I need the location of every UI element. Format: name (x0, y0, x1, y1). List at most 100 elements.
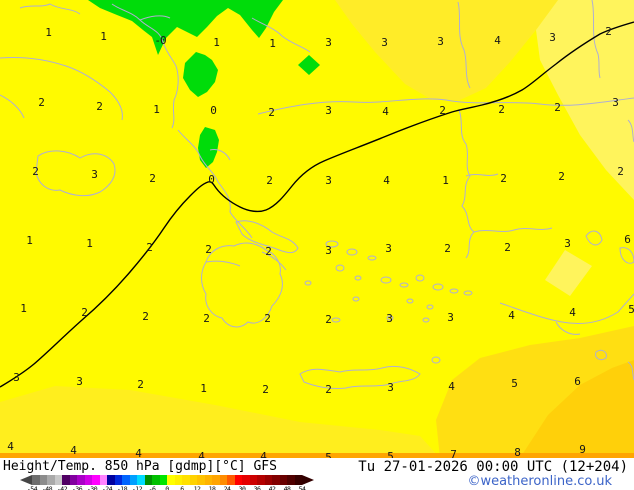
map-datetime: Tu 27-01-2026 00:00 UTC (12+204) (358, 459, 628, 475)
grid-temperature-value: 2 (617, 165, 623, 178)
grid-temperature-value: 1 (100, 30, 106, 43)
scale-color-segment (160, 475, 168, 485)
scale-arrow-left-icon (20, 475, 32, 485)
grid-temperature-value: 2 (444, 242, 450, 255)
scale-color-segment (280, 475, 288, 485)
grid-temperature-value: 1 (213, 36, 219, 49)
grid-temperature-value: 3 (447, 311, 453, 324)
scale-color-segment (257, 475, 265, 485)
grid-temperature-value: 1 (269, 37, 275, 50)
scale-color-segment (32, 475, 40, 485)
weather-map: 11-0113334322210234222323202341222112223… (0, 0, 634, 458)
grid-temperature-value: 9 (579, 443, 585, 456)
scale-color-segment (62, 475, 70, 485)
scale-segments (32, 475, 302, 485)
grid-temperature-value: 4 (569, 306, 575, 319)
grid-temperature-value: 2 (605, 25, 611, 38)
scale-tick-label: 0 (165, 485, 168, 490)
grid-temperature-value: 3 (387, 381, 393, 394)
grid-temperature-value: 2 (32, 165, 38, 178)
scale-color-segment (197, 475, 205, 485)
grid-temperature-value: 2 (325, 313, 331, 326)
grid-temperature-value: 4 (383, 174, 389, 187)
grid-temperature-value: 4 (494, 34, 500, 47)
grid-temperature-value: 3 (325, 174, 331, 187)
grid-temperature-value: -0 (154, 34, 165, 47)
scale-tick-label: -54 (27, 485, 37, 490)
scale-color-segment (175, 475, 183, 485)
grid-temperature-value: 2 (142, 310, 148, 323)
grid-temperature-value: 2 (96, 100, 102, 113)
grid-temperature-value: 2 (504, 241, 510, 254)
temperature-grid-layer: 11-0113334322210234222323202341222112223… (0, 0, 634, 458)
grid-temperature-value: 4 (382, 105, 388, 118)
scale-color-segment (167, 475, 175, 485)
grid-temperature-value: 4 (7, 440, 13, 453)
grid-temperature-value: 2 (81, 306, 87, 319)
scale-color-segment (205, 475, 213, 485)
grid-temperature-value: 4 (508, 309, 514, 322)
scale-color-segment (212, 475, 220, 485)
scale-tick-label: 18 (209, 485, 216, 490)
grid-temperature-value: 3 (437, 35, 443, 48)
scale-tick-label: 24 (224, 485, 231, 490)
grid-temperature-value: 5 (325, 451, 331, 458)
scale-tick-label: 12 (194, 485, 201, 490)
grid-temperature-value: 2 (264, 312, 270, 325)
scale-tick-label: 42 (269, 485, 276, 490)
grid-temperature-value: 2 (203, 312, 209, 325)
grid-temperature-value: 2 (205, 243, 211, 256)
grid-temperature-value: 2 (498, 103, 504, 116)
scale-tick-label: -24 (102, 485, 112, 490)
scale-color-segment (77, 475, 85, 485)
grid-temperature-value: 5 (511, 377, 517, 390)
scale-color-segment (122, 475, 130, 485)
scale-color-segment (92, 475, 100, 485)
scale-tick-labels: -54-48-42-36-30-24-18-12-606121824303642… (20, 485, 300, 490)
grid-temperature-value: 2 (558, 170, 564, 183)
scale-color-segment (220, 475, 228, 485)
scale-color-segment (295, 475, 303, 485)
grid-temperature-value: 1 (153, 103, 159, 116)
scale-tick-label: 36 (254, 485, 261, 490)
grid-temperature-value: 3 (325, 36, 331, 49)
grid-temperature-value: 6 (624, 233, 630, 246)
grid-temperature-value: 2 (554, 101, 560, 114)
grid-temperature-value: 3 (13, 371, 19, 384)
grid-temperature-value: 2 (262, 383, 268, 396)
grid-temperature-value: 1 (20, 302, 26, 315)
scale-color-segment (152, 475, 160, 485)
scale-color-segment (115, 475, 123, 485)
grid-temperature-value: 3 (386, 312, 392, 325)
grid-temperature-value: 3 (325, 104, 331, 117)
grid-temperature-value: 4 (198, 450, 204, 458)
grid-temperature-value: 5 (387, 450, 393, 458)
scale-color-segment (107, 475, 115, 485)
grid-temperature-value: 3 (612, 96, 618, 109)
weather-map-screenshot: 11-0113334322210234222323202341222112223… (0, 0, 634, 490)
grid-temperature-value: 2 (38, 96, 44, 109)
scale-color-segment (250, 475, 258, 485)
grid-temperature-value: 2 (146, 241, 152, 254)
grid-temperature-value: 3 (325, 244, 331, 257)
scale-tick-label: -42 (57, 485, 67, 490)
grid-temperature-value: 2 (268, 106, 274, 119)
scale-arrow-right-icon (302, 475, 314, 485)
grid-temperature-value: 2 (266, 174, 272, 187)
scale-color-segment (265, 475, 273, 485)
scale-tick-label: -6 (149, 485, 156, 490)
scale-tick-label: -36 (72, 485, 82, 490)
scale-color-segment (55, 475, 63, 485)
scale-color-segment (235, 475, 243, 485)
scale-color-segment (85, 475, 93, 485)
grid-temperature-value: 1 (200, 382, 206, 395)
scale-tick-label: -48 (42, 485, 52, 490)
scale-color-segment (287, 475, 295, 485)
scale-color-segment (40, 475, 48, 485)
scale-color-segment (137, 475, 145, 485)
grid-temperature-value: 2 (439, 104, 445, 117)
scale-color-segment (70, 475, 78, 485)
grid-temperature-value: 7 (450, 448, 456, 458)
grid-temperature-value: 4 (448, 380, 454, 393)
scale-tick-label: 54 (299, 485, 306, 490)
